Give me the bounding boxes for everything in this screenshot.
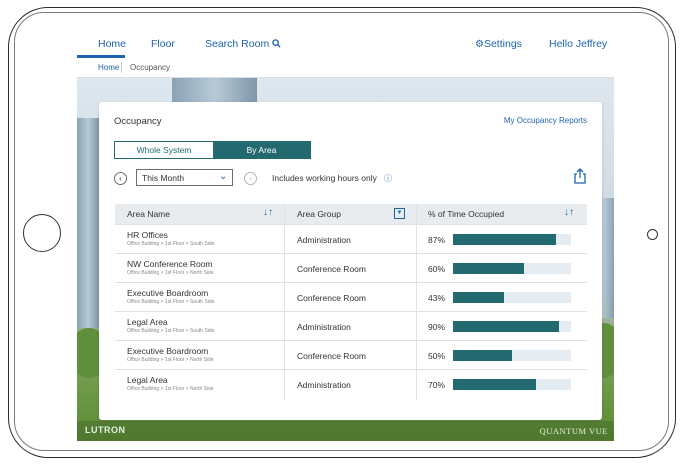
column-header-area-group[interactable]: Area Group [297,209,341,219]
chevron-right-icon: › [249,174,252,183]
area-name: HR Offices [127,230,168,240]
area-name: NW Conference Room [127,259,213,269]
occupancy-bar [453,263,524,274]
area-path: Office Building > 1st Floor > South Side [127,328,215,334]
area-group: Administration [297,235,351,245]
info-icon[interactable]: ⓘ [384,173,392,184]
occupancy-percent: 70% [428,380,446,390]
occupancy-bar [453,292,504,303]
gear-icon: ⚙ [475,39,484,50]
occupancy-reports-link[interactable]: My Occupancy Reports [504,116,587,125]
camera-icon [647,229,658,240]
table-row[interactable]: Executive Boardroom Office Building > 1st… [115,282,587,311]
area-group: Administration [297,380,351,390]
occupancy-percent: 43% [428,293,446,303]
working-hours-label: Includes working hours only [272,173,377,183]
nav-settings[interactable]: ⚙Settings [475,38,522,50]
lutron-logo: LUTRON [85,425,126,435]
search-icon [272,39,281,48]
occupancy-bar [453,234,556,245]
previous-period-button[interactable]: ‹ [114,172,127,185]
app-screen: Home Floor Search Room ⚙Settings Hello J… [77,29,614,441]
occupancy-bar [453,379,536,390]
nav-search-room[interactable]: Search Room [205,38,281,50]
area-group: Conference Room [297,351,366,361]
period-select-value: This Month [142,173,185,183]
occupancy-bar-track [453,321,571,332]
next-period-button[interactable]: › [244,172,257,185]
area-group: Administration [297,322,351,332]
area-name: Legal Area [127,375,168,385]
area-name: Legal Area [127,317,168,327]
breadcrumb-current: Occupancy [130,63,171,72]
chevron-left-icon: ‹ [119,174,122,183]
area-path: Office Building > 1st Floor > South Side [127,299,215,305]
user-greeting[interactable]: Hello Jeffrey [549,38,607,50]
column-header-time-occupied[interactable]: % of Time Occupied [428,209,504,219]
area-group: Conference Room [297,293,366,303]
card-title: Occupancy [114,116,162,127]
sort-icon[interactable]: ↓↑ [564,207,574,218]
area-group: Conference Room [297,264,366,274]
occupancy-bar [453,321,560,332]
area-name: Executive Boardroom [127,346,209,356]
occupancy-bar-track [453,350,571,361]
occupancy-bar-track [453,263,571,274]
sort-icon[interactable]: ↓↑ [263,207,273,218]
table-row[interactable]: Executive Boardroom Office Building > 1st… [115,340,587,369]
occupancy-percent: 87% [428,235,446,245]
area-path: Office Building > 1st Floor > North Side [127,270,214,276]
whole-system-toggle[interactable]: Whole System [115,142,213,158]
nav-floor[interactable]: Floor [151,38,175,50]
occupancy-bar [453,350,512,361]
breadcrumb: Home Occupancy [77,58,614,78]
by-area-toggle[interactable]: By Area [213,142,310,158]
occupancy-card: Occupancy My Occupancy Reports Whole Sys… [99,102,602,420]
chevron-down-icon: ⌄ [219,171,228,182]
quantum-vue-logo: QUANTUM VUE [539,426,608,436]
filter-dropdown-icon[interactable]: ▼ [394,208,405,219]
breadcrumb-separator [121,62,122,73]
home-button[interactable] [23,214,61,252]
breadcrumb-home[interactable]: Home [98,63,119,72]
occupancy-percent: 60% [428,264,446,274]
nav-settings-label: Settings [483,38,522,50]
nav-search-room-label: Search Room [205,38,270,50]
table-row[interactable]: NW Conference Room Office Building > 1st … [115,253,587,282]
occupancy-percent: 50% [428,351,446,361]
footer-strip [77,421,614,441]
occupancy-bar-track [453,292,571,303]
top-nav: Home Floor Search Room ⚙Settings Hello J… [77,29,614,58]
occupancy-bar-track [453,234,571,245]
occupancy-bar-track [453,379,571,390]
table-row[interactable]: HR Offices Office Building > 1st Floor > … [115,224,587,253]
period-select[interactable]: This Month ⌄ [136,169,233,186]
area-path: Office Building > 1st Floor > North Side [127,357,214,363]
view-toggle: Whole System By Area [114,141,311,159]
table-row[interactable]: Legal Area Office Building > 1st Floor > … [115,369,587,398]
nav-home[interactable]: Home [98,38,126,50]
area-path: Office Building > 1st Floor > North Side [127,386,214,392]
area-name: Executive Boardroom [127,288,209,298]
table-header: Area Name ↓↑ Area Group ▼ % of Time Occu… [115,204,587,224]
share-icon[interactable] [573,168,587,184]
area-path: Office Building > 1st Floor > South Side [127,241,215,247]
column-header-area-name[interactable]: Area Name [127,209,170,219]
background-building-left [77,118,99,328]
occupancy-percent: 90% [428,322,446,332]
table-row[interactable]: Legal Area Office Building > 1st Floor > … [115,311,587,340]
